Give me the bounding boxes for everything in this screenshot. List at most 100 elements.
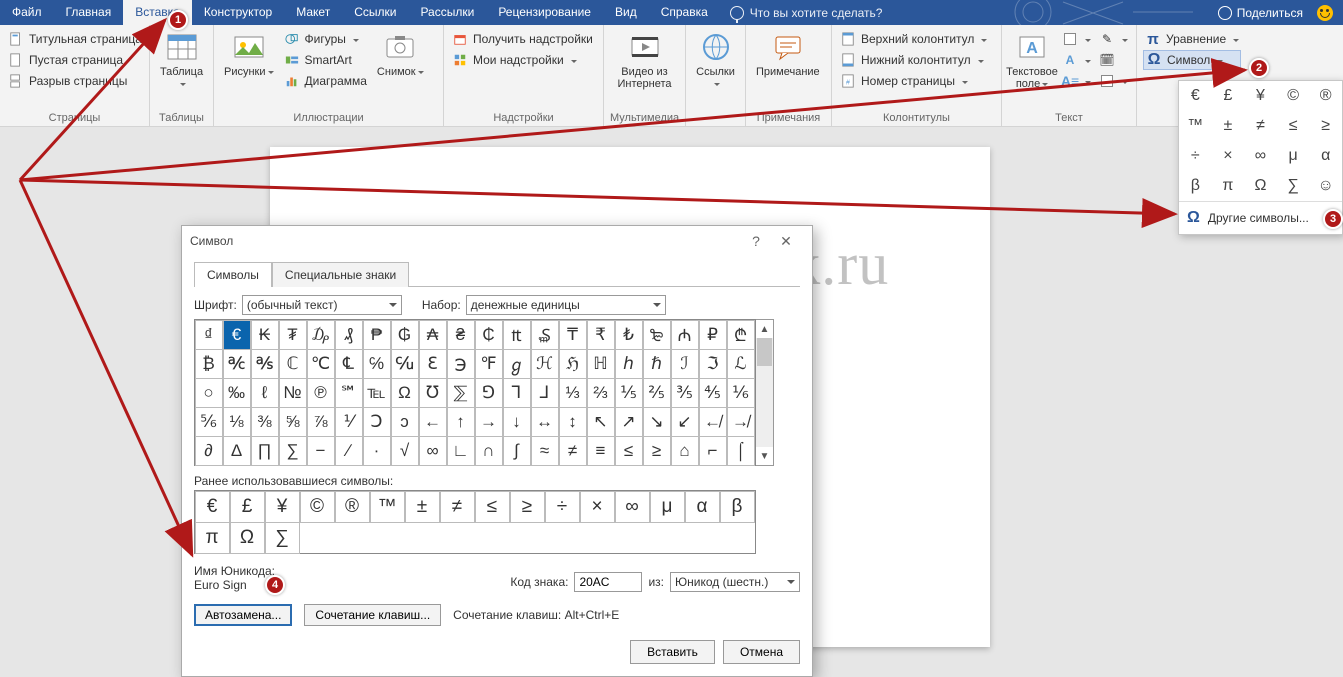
symbol-cell[interactable]: ⅕: [615, 378, 643, 408]
dropcap-button[interactable]: A≡: [1060, 71, 1093, 91]
symbol-cell[interactable]: ₲: [391, 320, 419, 350]
symbol-cell[interactable]: ℅: [363, 349, 391, 379]
symbol-cell[interactable]: ℑ: [699, 349, 727, 379]
symbol-cell[interactable]: ∂: [195, 436, 223, 466]
symbol-cell[interactable]: ₮: [279, 320, 307, 350]
symbol-button[interactable]: ΩСимвол: [1143, 50, 1241, 70]
recent-symbol-cell[interactable]: €: [195, 491, 230, 523]
symbol-quick-cell[interactable]: ≠: [1244, 111, 1277, 141]
symbol-grid-scrollbar[interactable]: ▲ ▼: [756, 319, 774, 466]
symbol-quick-cell[interactable]: ÷: [1179, 141, 1212, 171]
chart-button[interactable]: Диаграмма: [282, 71, 369, 91]
symbol-cell[interactable]: ⅗: [671, 378, 699, 408]
pictures-button[interactable]: Рисунки: [220, 29, 278, 110]
page-number-button[interactable]: #Номер страницы: [838, 71, 989, 91]
symbol-cell[interactable]: ⅛: [223, 407, 251, 437]
symbol-cell[interactable]: ℁: [251, 349, 279, 379]
tab-help[interactable]: Справка: [649, 0, 720, 25]
share-button[interactable]: Поделиться: [1218, 6, 1303, 20]
from-combo[interactable]: Юникод (шестн.): [670, 572, 800, 592]
symbol-cell[interactable]: →: [475, 407, 503, 437]
symbol-quick-cell[interactable]: €: [1179, 81, 1212, 111]
symbol-quick-cell[interactable]: α: [1309, 141, 1342, 171]
tell-me-search[interactable]: Что вы хотите сделать?: [720, 0, 893, 25]
symbol-cell[interactable]: ≤: [615, 436, 643, 466]
scroll-down-icon[interactable]: ▼: [756, 447, 773, 465]
more-symbols-button[interactable]: Ω Другие символы...: [1179, 201, 1342, 234]
symbol-cell[interactable]: ≡: [587, 436, 615, 466]
shortcut-key-button[interactable]: Сочетание клавиш...: [304, 604, 441, 626]
symbol-cell[interactable]: ℗: [307, 378, 335, 408]
dialog-titlebar[interactable]: Символ ? ✕: [182, 226, 812, 256]
screenshot-button[interactable]: Снимок: [373, 29, 428, 110]
symbol-cell[interactable]: ∕: [335, 436, 363, 466]
dialog-close-button[interactable]: ✕: [768, 233, 804, 250]
symbol-cell[interactable]: √: [391, 436, 419, 466]
quickparts-button[interactable]: [1060, 29, 1093, 49]
cancel-button[interactable]: Отмена: [723, 640, 800, 664]
symbol-quick-cell[interactable]: ∑: [1277, 171, 1310, 201]
symbol-cell[interactable]: №: [279, 378, 307, 408]
symbol-cell[interactable]: ⅃: [531, 378, 559, 408]
symbol-cell[interactable]: ℌ: [559, 349, 587, 379]
symbol-cell[interactable]: ℊ: [503, 349, 531, 379]
tab-design[interactable]: Конструктор: [192, 0, 284, 25]
symbol-cell[interactable]: ⅓: [559, 378, 587, 408]
tab-symbols[interactable]: Символы: [194, 262, 272, 287]
symbol-cell[interactable]: ⅞: [307, 407, 335, 437]
symbol-cell[interactable]: ₺: [615, 320, 643, 350]
symbol-cell[interactable]: ↙: [671, 407, 699, 437]
symbol-cell[interactable]: ₹: [587, 320, 615, 350]
symbol-cell[interactable]: ←: [419, 407, 447, 437]
links-button[interactable]: Ссылки: [692, 29, 739, 110]
recent-symbol-cell[interactable]: ±: [405, 491, 440, 523]
symbol-cell[interactable]: −: [307, 436, 335, 466]
symbol-cell[interactable]: ℏ: [643, 349, 671, 379]
recent-symbol-cell[interactable]: ÷: [545, 491, 580, 523]
symbol-cell[interactable]: ℋ: [531, 349, 559, 379]
tab-view[interactable]: Вид: [603, 0, 649, 25]
symbol-cell[interactable]: ∏: [251, 436, 279, 466]
symbol-cell[interactable]: ∙: [363, 436, 391, 466]
symbol-cell[interactable]: ↑: [447, 407, 475, 437]
symbol-cell[interactable]: ○: [195, 378, 223, 408]
symbol-quick-cell[interactable]: μ: [1277, 141, 1310, 171]
dialog-help-button[interactable]: ?: [744, 233, 768, 249]
symbol-cell[interactable]: ℍ: [587, 349, 615, 379]
symbol-quick-cell[interactable]: £: [1212, 81, 1245, 111]
subset-combo[interactable]: денежные единицы: [466, 295, 666, 315]
symbol-cell[interactable]: ℂ: [279, 349, 307, 379]
symbol-cell[interactable]: ↖: [587, 407, 615, 437]
symbol-cell[interactable]: ↚: [699, 407, 727, 437]
symbol-quick-cell[interactable]: π: [1212, 171, 1245, 201]
feedback-smiley-icon[interactable]: [1317, 5, 1333, 21]
comment-button[interactable]: Примечание: [752, 29, 824, 110]
symbol-cell[interactable]: ₵: [475, 320, 503, 350]
recent-symbol-cell[interactable]: £: [230, 491, 265, 523]
symbol-cell[interactable]: ↄ: [391, 407, 419, 437]
symbol-cell[interactable]: ↓: [503, 407, 531, 437]
char-code-input[interactable]: [574, 572, 642, 592]
tab-special-chars[interactable]: Специальные знаки: [272, 262, 409, 287]
object-button[interactable]: [1097, 71, 1130, 91]
symbol-cell[interactable]: ⅖: [643, 378, 671, 408]
recent-symbol-cell[interactable]: ®: [335, 491, 370, 523]
recent-symbol-cell[interactable]: ≤: [475, 491, 510, 523]
my-addins-button[interactable]: Мои надстройки: [450, 50, 595, 70]
symbol-cell[interactable]: ⅁: [475, 378, 503, 408]
datetime-button[interactable]: 🗓: [1097, 50, 1130, 70]
blank-page-button[interactable]: Пустая страница: [6, 50, 157, 70]
symbol-quick-cell[interactable]: Ω: [1244, 171, 1277, 201]
symbol-cell[interactable]: ⌠: [727, 436, 755, 466]
symbol-quick-cell[interactable]: ™: [1179, 111, 1212, 141]
footer-button[interactable]: Нижний колонтитул: [838, 50, 989, 70]
symbol-cell[interactable]: ≠: [559, 436, 587, 466]
recent-symbol-cell[interactable]: ¥: [265, 491, 300, 523]
symbol-quick-cell[interactable]: ≤: [1277, 111, 1310, 141]
online-video-button[interactable]: Видео из Интернета: [610, 29, 679, 110]
symbol-cell[interactable]: ∑: [279, 436, 307, 466]
recent-symbol-cell[interactable]: Ω: [230, 522, 265, 554]
symbol-cell[interactable]: ℆: [391, 349, 419, 379]
symbol-quick-cell[interactable]: ∞: [1244, 141, 1277, 171]
symbol-cell[interactable]: ℧: [419, 378, 447, 408]
